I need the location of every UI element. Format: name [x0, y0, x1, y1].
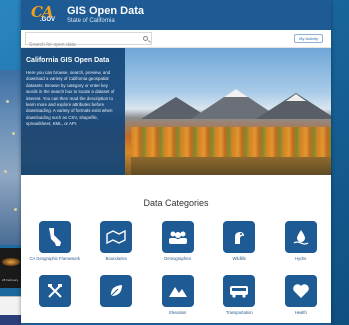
background-map-window	[0, 70, 22, 245]
data-categories-section: Data Categories CA Geographic Framework …	[21, 175, 331, 320]
search-icon[interactable]	[143, 36, 148, 41]
hero-banner: California GIS Open Data Here you can br…	[21, 48, 331, 175]
search-row: My Activity	[21, 30, 331, 51]
site-header: CA .GOV GIS Open Data State of Californi…	[21, 0, 331, 30]
background-photo-caption: 28 February	[2, 278, 19, 282]
category-label[interactable]: Elevation	[169, 310, 186, 320]
ca-gov-logo[interactable]: CA .GOV	[31, 3, 61, 27]
category-ca-geographic-framework[interactable]: CA Geographic Framework	[24, 221, 86, 266]
category-label[interactable]: Health	[295, 310, 307, 320]
category-label[interactable]: Boundaries	[106, 256, 127, 266]
hero-snow-cap	[224, 89, 248, 97]
water-drop-icon[interactable]	[284, 221, 317, 253]
category-demographics[interactable]: Demographics	[147, 221, 209, 266]
category-hydro[interactable]: Hydro	[270, 221, 331, 266]
leaf-icon[interactable]	[100, 275, 133, 307]
hero-autumn-trees	[131, 127, 331, 157]
bus-icon[interactable]	[223, 275, 256, 307]
category-transportation[interactable]: Transportation	[209, 275, 271, 320]
category-label[interactable]: Wildlife	[233, 256, 247, 266]
boundaries-icon[interactable]	[100, 221, 133, 253]
hero-info-panel: California GIS Open Data Here you can br…	[21, 48, 125, 175]
site-title[interactable]: GIS Open Data	[67, 5, 144, 17]
hero-snow-cap	[286, 94, 306, 101]
category-label[interactable]: Demographics	[164, 256, 191, 266]
site-title-block: GIS Open Data State of California	[67, 5, 144, 25]
category-label[interactable]: Transportation	[226, 310, 253, 320]
gis-open-data-page: CA .GOV GIS Open Data State of Californi…	[21, 0, 331, 325]
hero-foreground	[131, 157, 331, 175]
search-box	[25, 32, 152, 51]
background-photo-window: 28 February	[0, 248, 22, 288]
people-icon[interactable]	[161, 221, 194, 253]
category-elevation[interactable]: Elevation	[147, 275, 209, 320]
category-tools[interactable]	[24, 275, 86, 320]
category-health[interactable]: Health	[270, 275, 331, 320]
category-label[interactable]: CA Geographic Framework	[29, 256, 80, 266]
category-wildlife[interactable]: Wildlife	[209, 221, 271, 266]
wildlife-icon[interactable]	[223, 221, 256, 253]
categories-grid: CA Geographic Framework Boundaries Demog…	[21, 221, 331, 320]
tools-icon[interactable]	[38, 275, 71, 307]
hero-description: Here you can browse, search, preview, an…	[26, 70, 115, 127]
background-photo-glow	[2, 258, 20, 266]
mountain-icon[interactable]	[161, 275, 194, 307]
california-icon[interactable]	[38, 221, 71, 253]
health-icon[interactable]	[284, 275, 317, 307]
category-leaf[interactable]	[86, 275, 148, 320]
categories-heading: Data Categories	[143, 198, 209, 208]
hero-title: California GIS Open Data	[26, 57, 110, 64]
logo-gov-text: .GOV	[40, 17, 56, 23]
category-label[interactable]: Hydro	[295, 256, 306, 266]
site-subtitle: State of California	[67, 18, 115, 24]
category-boundaries[interactable]: Boundaries	[86, 221, 148, 266]
my-activity-button[interactable]: My Activity	[294, 34, 323, 43]
